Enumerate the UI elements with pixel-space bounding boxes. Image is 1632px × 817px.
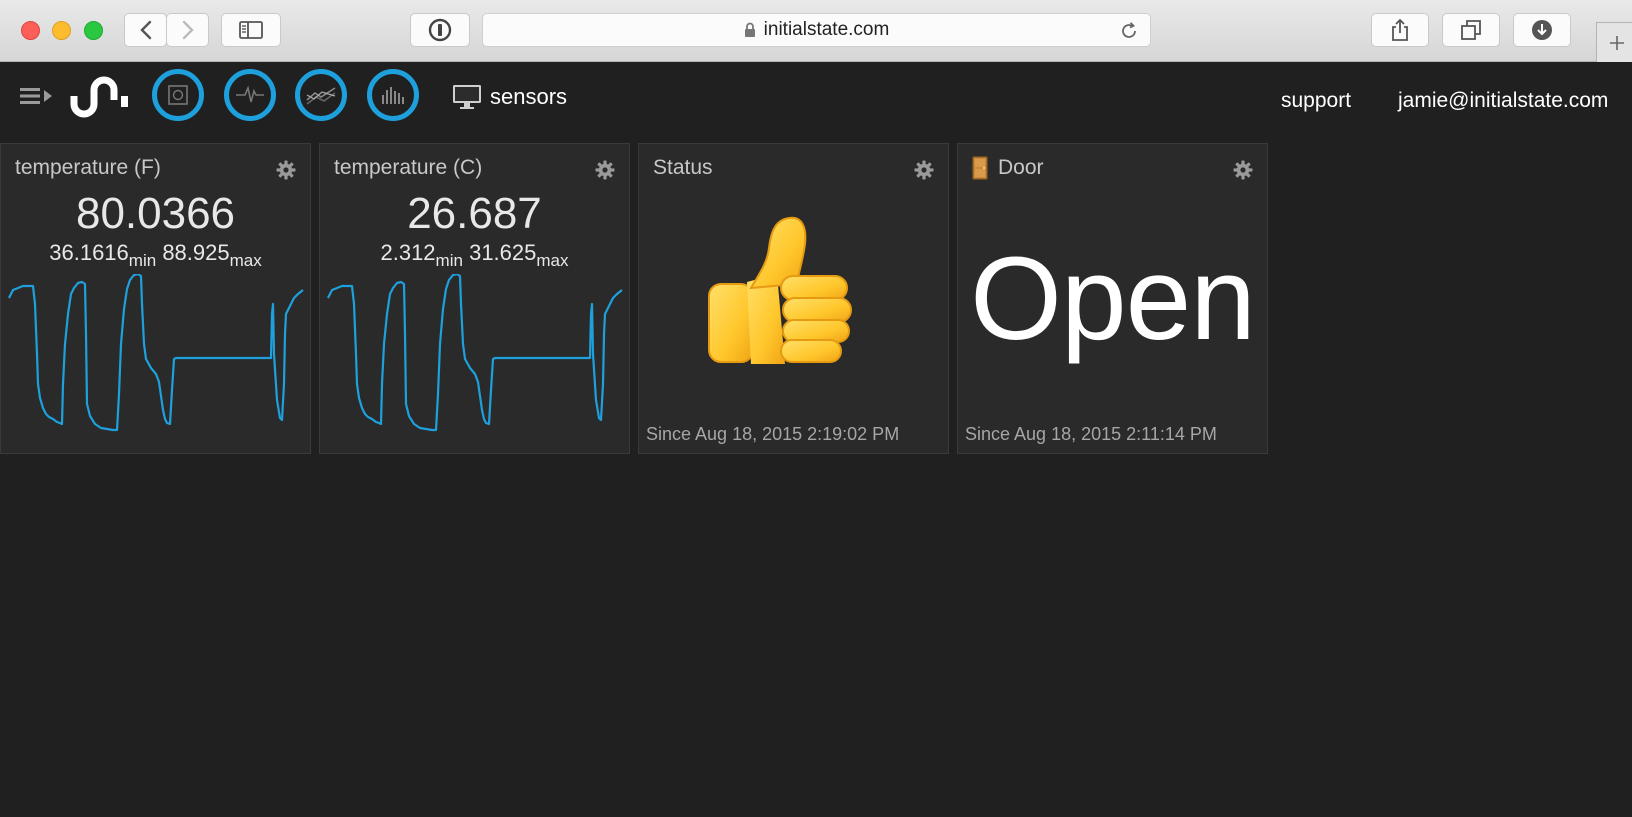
door-state: Open <box>970 233 1256 365</box>
initial-state-logo[interactable] <box>70 74 138 118</box>
min-value: 36.1616 <box>49 240 129 265</box>
tile-title: Status <box>653 156 713 179</box>
plus-icon <box>1609 35 1624 50</box>
gear-icon[interactable] <box>276 160 296 180</box>
tile-door[interactable]: Door Open Since Aug 18, 2015 2:11:14 PM <box>957 143 1268 454</box>
sparkline-line <box>327 274 623 432</box>
thumbs-up-icon <box>708 216 852 364</box>
sparkline-line <box>8 274 304 432</box>
zoom-window-button[interactable] <box>84 21 103 40</box>
user-account-link[interactable]: jamie@initialstate.com <box>1398 89 1608 113</box>
forward-button[interactable] <box>166 13 209 47</box>
min-label: min <box>435 251 463 270</box>
chevron-left-icon <box>139 20 151 40</box>
share-button[interactable] <box>1371 13 1429 47</box>
tile-title: temperature (C) <box>334 156 483 179</box>
menu-icon[interactable] <box>20 86 52 106</box>
sparkline-chart <box>327 274 623 432</box>
support-link[interactable]: support <box>1281 89 1351 113</box>
max-value: 88.925 <box>162 240 230 265</box>
current-value: 80.0366 <box>75 189 236 238</box>
monitor-icon <box>453 85 481 109</box>
max-label: max <box>229 251 262 270</box>
tabs-icon <box>1461 20 1481 40</box>
tile-title: Door <box>998 156 1044 179</box>
tabs-overview-button[interactable] <box>1442 13 1500 47</box>
app-navbar: sensors support jamie@initialstate.com <box>0 62 1632 142</box>
chevron-right-icon <box>182 20 194 40</box>
minimize-window-button[interactable] <box>52 21 71 40</box>
bars-view-button[interactable] <box>367 69 419 121</box>
waves-view-icon <box>236 85 264 103</box>
gear-icon[interactable] <box>914 160 934 180</box>
gear-icon[interactable] <box>595 160 615 180</box>
min-value: 2.312 <box>380 240 436 265</box>
lines-view-icon <box>306 87 336 105</box>
share-icon <box>1392 18 1408 41</box>
min-max-readout: 36.1616min 88.925max <box>1 240 310 274</box>
bars-view-icon <box>382 87 404 104</box>
sparkline-chart <box>8 274 304 432</box>
lock-icon <box>744 22 755 37</box>
gear-icon[interactable] <box>1233 160 1253 180</box>
max-value: 31.625 <box>469 240 537 265</box>
address-bar[interactable]: initialstate.com <box>482 13 1151 47</box>
reload-icon[interactable] <box>1118 20 1140 42</box>
sidebar-toggle-button[interactable] <box>221 13 281 47</box>
downloads-button[interactable] <box>1513 13 1571 47</box>
door-icon <box>972 156 988 180</box>
download-icon <box>1532 20 1552 40</box>
tiles-view-button[interactable] <box>152 69 204 121</box>
new-tab-button[interactable] <box>1596 22 1632 62</box>
tile-status[interactable]: Status Since Aug 18, 2015 2:19:02 PM <box>638 143 949 454</box>
url-text: initialstate.com <box>763 19 890 40</box>
bucket-name: sensors <box>490 84 568 109</box>
current-value: 26.687 <box>407 189 542 238</box>
tile-temperature-f[interactable]: temperature (F) 80.0366 36.1616min 88.92… <box>0 143 311 454</box>
since-timestamp: Since Aug 18, 2015 2:19:02 PM <box>646 424 900 444</box>
sidebar-icon <box>239 21 263 39</box>
since-timestamp: Since Aug 18, 2015 2:11:14 PM <box>965 424 1217 444</box>
min-label: min <box>128 251 157 270</box>
browser-toolbar: initialstate.com <box>0 0 1632 62</box>
close-window-button[interactable] <box>21 21 40 40</box>
password-manager-button[interactable] <box>410 13 470 47</box>
tiles-view-icon <box>168 85 188 105</box>
max-label: max <box>536 251 569 270</box>
tile-temperature-c[interactable]: temperature (C) 26.687 2.312min 31.625ma… <box>319 143 630 454</box>
tile-title: temperature (F) <box>15 156 161 179</box>
bucket-selector[interactable]: sensors <box>452 84 567 110</box>
back-button[interactable] <box>124 13 167 47</box>
password-manager-icon <box>428 18 452 42</box>
waves-view-button[interactable] <box>224 69 276 121</box>
lines-view-button[interactable] <box>295 69 347 121</box>
min-max-readout: 2.312min 31.625max <box>320 240 629 274</box>
